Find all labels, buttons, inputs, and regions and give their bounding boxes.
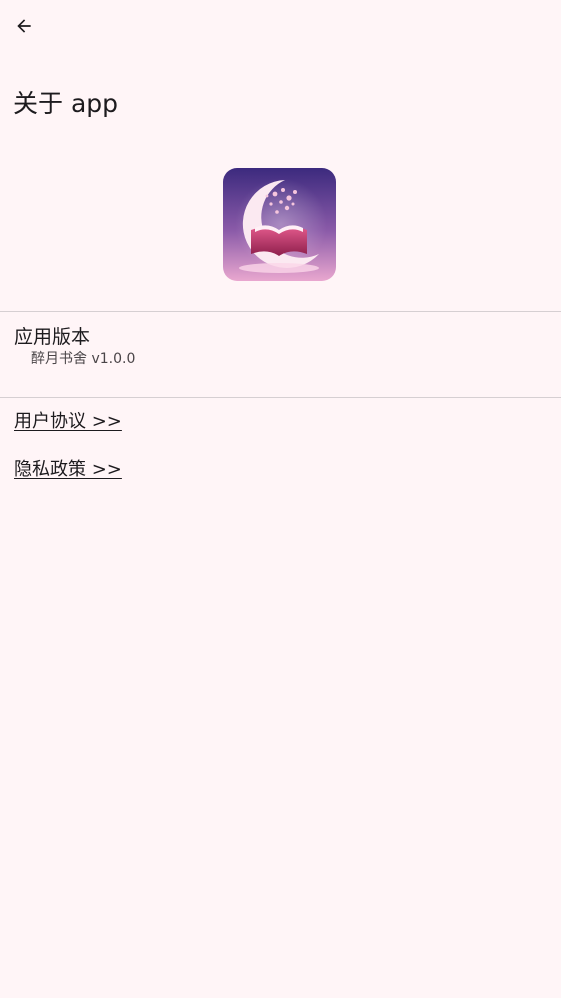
app-logo — [223, 168, 336, 281]
divider — [0, 311, 561, 312]
back-button[interactable] — [10, 14, 38, 42]
moon-book-icon — [223, 168, 336, 281]
version-value: 醉月书舍 v1.0.0 — [31, 351, 136, 367]
version-label: 应用版本 — [14, 326, 91, 348]
divider — [0, 397, 561, 398]
privacy-policy-link[interactable]: 隐私政策 >> — [14, 457, 122, 483]
user-agreement-link[interactable]: 用户协议 >> — [14, 409, 122, 435]
page-title: 关于 app — [13, 89, 119, 118]
arrow-left-icon — [14, 16, 34, 40]
